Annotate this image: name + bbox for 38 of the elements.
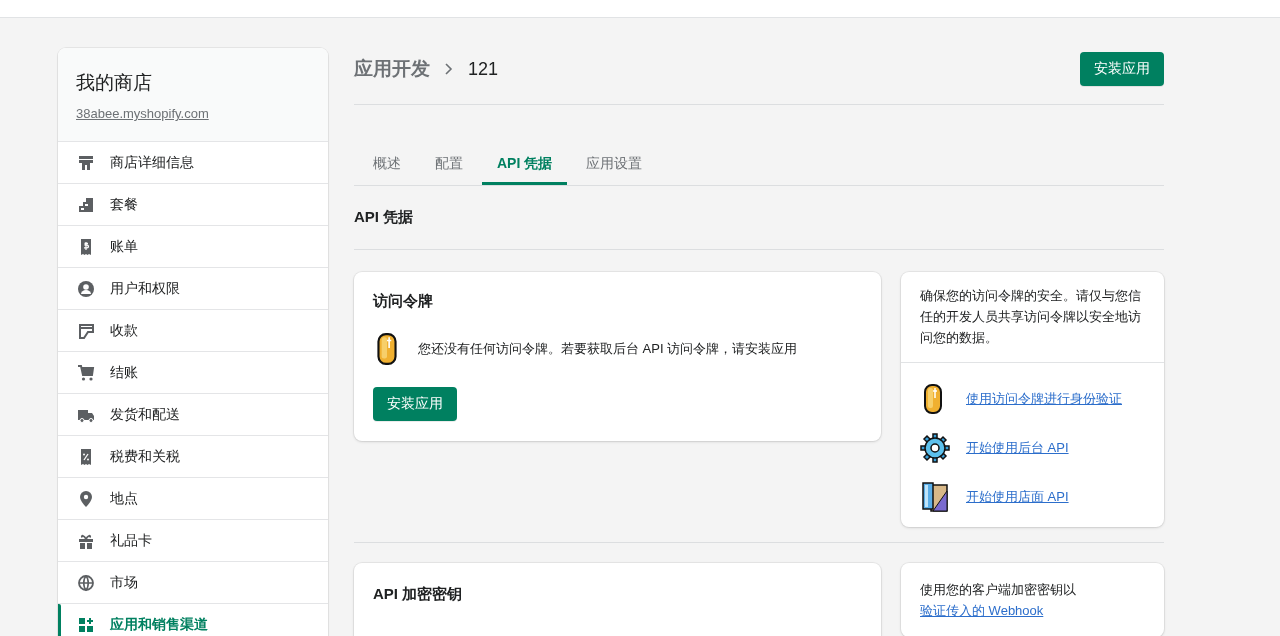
sidebar-item[interactable]: 商店详细信息 bbox=[58, 141, 328, 183]
page-title: 121 bbox=[468, 58, 500, 80]
tab[interactable]: 应用设置 bbox=[571, 145, 658, 185]
tab[interactable]: API 凭据 bbox=[482, 145, 568, 185]
doc-link[interactable]: 使用访问令牌进行身份验证 bbox=[966, 389, 1122, 408]
ruler-icon bbox=[920, 480, 950, 513]
sidebar-item[interactable]: 账单 bbox=[58, 225, 328, 267]
doc-link[interactable]: 开始使用店面 API bbox=[966, 487, 1069, 506]
tab[interactable]: 概述 bbox=[358, 145, 416, 185]
security-note: 确保您的访问令牌的安全。请仅与您信任的开发人员共享访问令牌以安全地访问您的数据。 bbox=[901, 272, 1164, 363]
sidebar-item[interactable]: 收款 bbox=[58, 309, 328, 351]
sidebar-item[interactable]: 用户和权限 bbox=[58, 267, 328, 309]
tab[interactable]: 配置 bbox=[420, 145, 478, 185]
globe-icon bbox=[76, 572, 96, 593]
card-title: 访问令牌 bbox=[373, 292, 434, 311]
selection-indicator bbox=[58, 604, 61, 636]
sidebar-item[interactable]: 税费和关税 bbox=[58, 435, 328, 477]
card-title: API 加密密钥 bbox=[373, 585, 464, 604]
store-name: 我的商店 bbox=[76, 71, 153, 95]
sidebar-item[interactable]: 礼品卡 bbox=[58, 519, 328, 561]
gear-icon bbox=[920, 431, 950, 464]
cart-icon bbox=[76, 362, 96, 383]
section-title: API 凭据 bbox=[354, 186, 1164, 250]
doc-link[interactable]: 开始使用后台 API bbox=[966, 438, 1069, 457]
sidebar-item[interactable]: 套餐 bbox=[58, 183, 328, 225]
install-app-button[interactable]: 安装应用 bbox=[1080, 52, 1164, 86]
empty-state-message: 您还没有任何访问令牌。若要获取后台 API 访问令牌，请安装应用 bbox=[418, 340, 798, 358]
sidebar-item[interactable]: 市场 bbox=[58, 561, 328, 603]
sidebar-item[interactable]: 结账 bbox=[58, 351, 328, 393]
store-domain-link[interactable]: 38abee.myshopify.com bbox=[76, 106, 209, 121]
user-icon bbox=[76, 278, 96, 299]
breadcrumb-link[interactable]: 应用开发 bbox=[354, 56, 430, 82]
sidebar-item[interactable]: 应用和销售渠道 bbox=[58, 603, 328, 636]
webhook-note: 使用您的客户端加密密钥以 验证传入的 Webhook bbox=[919, 581, 1077, 620]
webhook-link[interactable]: 验证传入的 Webhook bbox=[920, 603, 1044, 618]
sidebar-item[interactable]: 地点 bbox=[58, 477, 328, 519]
sidebar-item[interactable]: 发货和配送 bbox=[58, 393, 328, 435]
install-app-button[interactable]: 安装应用 bbox=[373, 387, 457, 421]
